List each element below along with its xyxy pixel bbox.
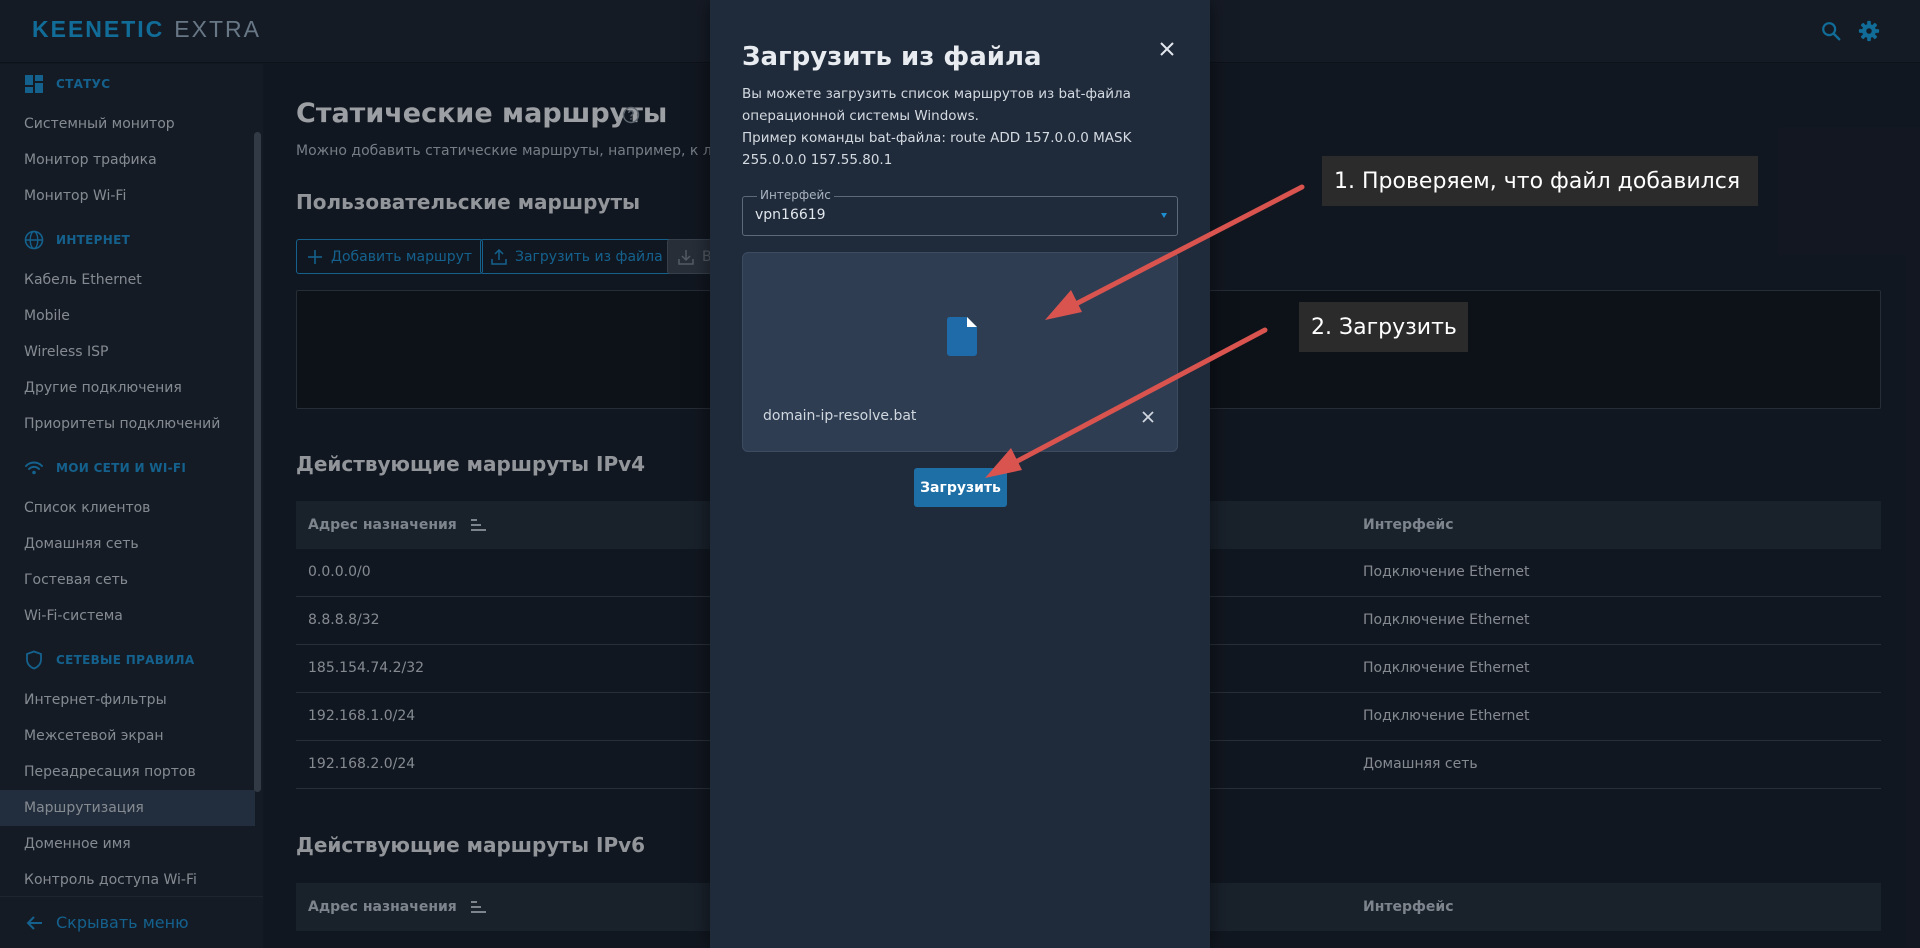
file-name: domain-ip-resolve.bat <box>763 408 917 424</box>
upload-dialog: Загрузить из файла Вы можете загрузить с… <box>710 0 1210 948</box>
file-icon <box>946 317 977 356</box>
upload-button[interactable]: Загрузить <box>914 468 1007 507</box>
annotation-step2: 2. Загрузить <box>1299 302 1468 352</box>
interface-value: vpn16619 <box>755 207 826 223</box>
interface-label: Интерфейс <box>757 188 834 202</box>
dialog-description: Вы можете загрузить список маршрутов из … <box>742 86 1131 124</box>
annotation-step1: 1. Проверяем, что файл добавился <box>1322 156 1758 206</box>
close-icon[interactable] <box>1158 40 1176 58</box>
dialog-title: Загрузить из файла <box>742 42 1042 72</box>
interface-select[interactable]: Интерфейс vpn16619 <box>742 188 1178 236</box>
remove-file-icon[interactable] <box>1141 410 1155 424</box>
dialog-example: Пример команды bat-файла: route ADD 157.… <box>742 130 1132 168</box>
chevron-down-icon <box>1161 213 1167 218</box>
file-dropzone[interactable]: domain-ip-resolve.bat <box>742 252 1178 452</box>
